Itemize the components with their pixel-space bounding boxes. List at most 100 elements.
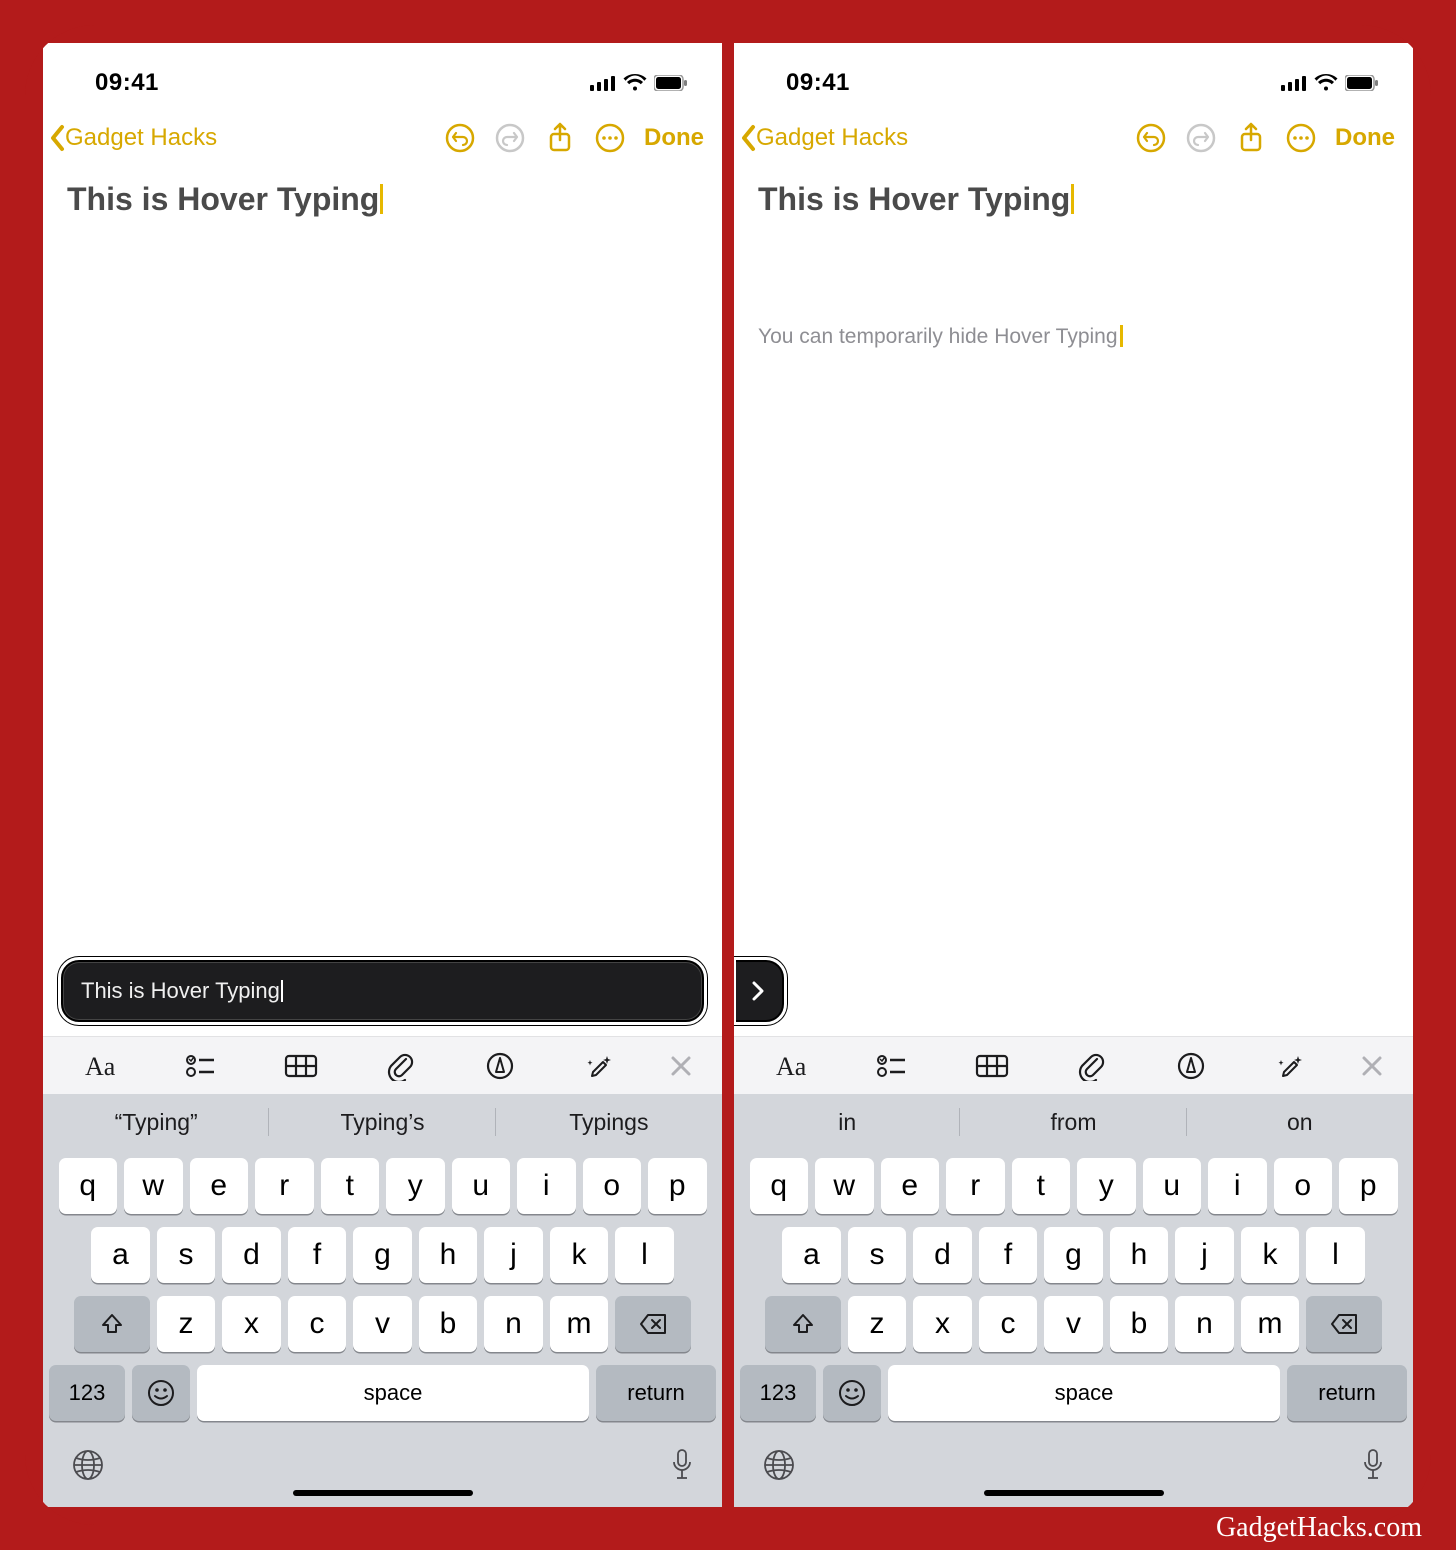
key-f[interactable]: f	[979, 1227, 1038, 1283]
key-j[interactable]: j	[1175, 1227, 1234, 1283]
key-k[interactable]: k	[550, 1227, 609, 1283]
key-u[interactable]: u	[452, 1158, 511, 1214]
checklist-button[interactable]	[848, 1037, 938, 1094]
redo-button[interactable]	[1179, 116, 1223, 160]
backspace-key[interactable]	[615, 1296, 691, 1352]
key-f[interactable]: f	[288, 1227, 347, 1283]
emoji-key[interactable]	[823, 1365, 881, 1421]
key-s[interactable]: s	[157, 1227, 216, 1283]
key-x[interactable]: x	[913, 1296, 972, 1352]
key-e[interactable]: e	[881, 1158, 940, 1214]
more-button[interactable]	[1279, 116, 1323, 160]
close-format-button[interactable]	[1345, 1037, 1399, 1094]
home-indicator[interactable]	[293, 1490, 473, 1496]
key-a[interactable]: a	[91, 1227, 150, 1283]
markup-button[interactable]	[455, 1037, 545, 1094]
key-n[interactable]: n	[1175, 1296, 1234, 1352]
note-body[interactable]: This is Hover Typing You can temporarily…	[734, 167, 1413, 1036]
dictation-icon[interactable]	[1361, 1448, 1385, 1487]
key-q[interactable]: q	[59, 1158, 118, 1214]
key-n[interactable]: n	[484, 1296, 543, 1352]
key-b[interactable]: b	[1110, 1296, 1169, 1352]
key-r[interactable]: r	[946, 1158, 1005, 1214]
key-l[interactable]: l	[615, 1227, 674, 1283]
numbers-key[interactable]: 123	[740, 1365, 816, 1421]
prediction-2[interactable]: from	[960, 1094, 1186, 1150]
globe-icon[interactable]	[71, 1448, 105, 1487]
ai-button[interactable]	[555, 1037, 645, 1094]
dictation-icon[interactable]	[670, 1448, 694, 1487]
key-u[interactable]: u	[1143, 1158, 1202, 1214]
key-x[interactable]: x	[222, 1296, 281, 1352]
ai-button[interactable]	[1246, 1037, 1336, 1094]
markup-button[interactable]	[1146, 1037, 1236, 1094]
key-q[interactable]: q	[750, 1158, 809, 1214]
key-d[interactable]: d	[913, 1227, 972, 1283]
emoji-key[interactable]	[132, 1365, 190, 1421]
key-o[interactable]: o	[583, 1158, 642, 1214]
key-p[interactable]: p	[1339, 1158, 1398, 1214]
prediction-2[interactable]: Typing’s	[269, 1094, 495, 1150]
share-button[interactable]	[1229, 116, 1273, 160]
key-v[interactable]: v	[353, 1296, 412, 1352]
key-t[interactable]: t	[1012, 1158, 1071, 1214]
key-e[interactable]: e	[190, 1158, 249, 1214]
key-t[interactable]: t	[321, 1158, 380, 1214]
note-body[interactable]: This is Hover Typing This is Hover Typin…	[43, 167, 722, 1036]
key-j[interactable]: j	[484, 1227, 543, 1283]
key-g[interactable]: g	[1044, 1227, 1103, 1283]
prediction-1[interactable]: in	[734, 1094, 960, 1150]
key-z[interactable]: z	[848, 1296, 907, 1352]
table-button[interactable]	[256, 1037, 346, 1094]
shift-key[interactable]	[765, 1296, 841, 1352]
key-v[interactable]: v	[1044, 1296, 1103, 1352]
shift-key[interactable]	[74, 1296, 150, 1352]
space-key[interactable]: space	[197, 1365, 589, 1421]
done-button[interactable]: Done	[638, 124, 710, 152]
prediction-3[interactable]: Typings	[496, 1094, 722, 1150]
key-c[interactable]: c	[979, 1296, 1038, 1352]
hover-typing-tab[interactable]	[734, 958, 786, 1024]
key-c[interactable]: c	[288, 1296, 347, 1352]
key-d[interactable]: d	[222, 1227, 281, 1283]
key-h[interactable]: h	[419, 1227, 478, 1283]
backspace-key[interactable]	[1306, 1296, 1382, 1352]
close-format-button[interactable]	[654, 1037, 708, 1094]
key-g[interactable]: g	[353, 1227, 412, 1283]
key-a[interactable]: a	[782, 1227, 841, 1283]
key-i[interactable]: i	[1208, 1158, 1267, 1214]
key-i[interactable]: i	[517, 1158, 576, 1214]
key-z[interactable]: z	[157, 1296, 216, 1352]
back-button[interactable]: Gadget Hacks	[740, 124, 908, 152]
back-button[interactable]: Gadget Hacks	[49, 124, 217, 152]
hover-typing-bubble[interactable]: This is Hover Typing	[59, 958, 706, 1024]
text-format-button[interactable]: Aa	[57, 1037, 147, 1094]
space-key[interactable]: space	[888, 1365, 1280, 1421]
key-r[interactable]: r	[255, 1158, 314, 1214]
key-p[interactable]: p	[648, 1158, 707, 1214]
share-button[interactable]	[538, 116, 582, 160]
undo-button[interactable]	[1129, 116, 1173, 160]
table-button[interactable]	[947, 1037, 1037, 1094]
done-button[interactable]: Done	[1329, 124, 1401, 152]
key-s[interactable]: s	[848, 1227, 907, 1283]
key-m[interactable]: m	[550, 1296, 609, 1352]
home-indicator[interactable]	[984, 1490, 1164, 1496]
key-w[interactable]: w	[124, 1158, 183, 1214]
key-h[interactable]: h	[1110, 1227, 1169, 1283]
globe-icon[interactable]	[762, 1448, 796, 1487]
key-b[interactable]: b	[419, 1296, 478, 1352]
checklist-button[interactable]	[157, 1037, 247, 1094]
key-w[interactable]: w	[815, 1158, 874, 1214]
text-format-button[interactable]: Aa	[748, 1037, 838, 1094]
key-m[interactable]: m	[1241, 1296, 1300, 1352]
undo-button[interactable]	[438, 116, 482, 160]
prediction-1[interactable]: “Typing”	[43, 1094, 269, 1150]
redo-button[interactable]	[488, 116, 532, 160]
numbers-key[interactable]: 123	[49, 1365, 125, 1421]
attachment-button[interactable]	[1047, 1037, 1137, 1094]
key-l[interactable]: l	[1306, 1227, 1365, 1283]
more-button[interactable]	[588, 116, 632, 160]
prediction-3[interactable]: on	[1187, 1094, 1413, 1150]
key-y[interactable]: y	[386, 1158, 445, 1214]
